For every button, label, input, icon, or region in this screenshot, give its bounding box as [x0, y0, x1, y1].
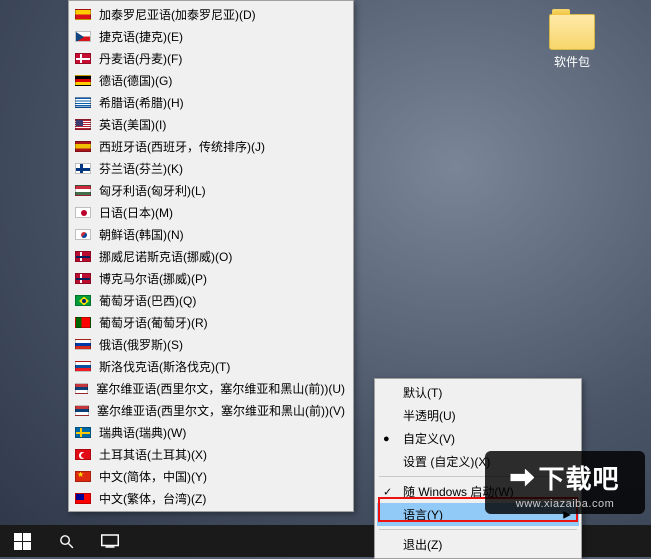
language-menu-item[interactable]: 中文(简体，中国)(Y): [71, 465, 351, 487]
flag-icon: [75, 317, 91, 328]
language-label: 德语(德国)(G): [99, 72, 172, 89]
task-view-icon: [101, 534, 119, 548]
language-menu-item[interactable]: 葡萄牙语(巴西)(Q): [71, 289, 351, 311]
language-menu-item[interactable]: 塞尔维亚语(西里尔文，塞尔维亚和黑山(前))(V): [71, 399, 351, 421]
language-label: 塞尔维亚语(西里尔文，塞尔维亚和黑山(前))(U): [96, 380, 345, 397]
language-menu-item[interactable]: 匈牙利语(匈牙利)(L): [71, 179, 351, 201]
language-menu-item[interactable]: 瑞典语(瑞典)(W): [71, 421, 351, 443]
language-label: 俄语(俄罗斯)(S): [99, 336, 183, 353]
desktop-icon-label: 软件包: [541, 53, 603, 70]
flag-icon: [75, 119, 91, 130]
language-menu-item[interactable]: 俄语(俄罗斯)(S): [71, 333, 351, 355]
language-label: 英语(美国)(I): [99, 116, 166, 133]
flag-icon: [75, 53, 91, 64]
flag-icon: [75, 427, 91, 438]
language-label: 葡萄牙语(葡萄牙)(R): [99, 314, 208, 331]
flag-icon: [75, 471, 91, 482]
language-label: 捷克语(捷克)(E): [99, 28, 183, 45]
flag-icon: [75, 383, 88, 394]
language-menu-item[interactable]: 挪威尼诺斯克语(挪威)(O): [71, 245, 351, 267]
folder-icon: [549, 14, 595, 50]
language-label: 西班牙语(西班牙，传统排序)(J): [99, 138, 265, 155]
search-icon: [58, 533, 75, 550]
menu-item-language[interactable]: 语言(Y) ▶: [377, 503, 579, 526]
flag-icon: [75, 31, 91, 42]
language-menu-item[interactable]: 塞尔维亚语(西里尔文，塞尔维亚和黑山(前))(U): [71, 377, 351, 399]
menu-item-custom[interactable]: ● 自定义(V): [377, 427, 579, 450]
language-label: 瑞典语(瑞典)(W): [99, 424, 186, 441]
flag-icon: [75, 207, 91, 218]
language-menu-item[interactable]: 德语(德国)(G): [71, 69, 351, 91]
flag-icon: [75, 141, 91, 152]
flag-icon: [75, 9, 91, 20]
menu-label: 随 Windows 启动(W): [403, 483, 514, 500]
flag-icon: [75, 339, 91, 350]
menu-item-settings[interactable]: 设置 (自定义)(X): [377, 450, 579, 473]
language-menu-item[interactable]: 土耳其语(土耳其)(X): [71, 443, 351, 465]
language-label: 葡萄牙语(巴西)(Q): [99, 292, 196, 309]
language-menu-item[interactable]: 朝鲜语(韩国)(N): [71, 223, 351, 245]
language-menu-item[interactable]: 中文(繁体，台湾)(Z): [71, 487, 351, 509]
language-menu-item[interactable]: 斯洛伐克语(斯洛伐克)(T): [71, 355, 351, 377]
language-submenu: 加泰罗尼亚语(加泰罗尼亚)(D) 捷克语(捷克)(E) 丹麦语(丹麦)(F) 德语(德…: [68, 0, 354, 512]
language-menu-item[interactable]: 加泰罗尼亚语(加泰罗尼亚)(D): [71, 3, 351, 25]
menu-item-exit[interactable]: 退出(Z): [377, 533, 579, 556]
radio-selected-icon: ●: [383, 433, 390, 445]
menu-item-default[interactable]: 默认(T): [377, 381, 579, 404]
language-label: 匈牙利语(匈牙利)(L): [99, 182, 206, 199]
flag-icon: [75, 185, 91, 196]
language-menu-item[interactable]: 希腊语(希腊)(H): [71, 91, 351, 113]
language-label: 斯洛伐克语(斯洛伐克)(T): [99, 358, 230, 375]
language-label: 加泰罗尼亚语(加泰罗尼亚)(D): [99, 6, 256, 23]
menu-label: 自定义(V): [403, 430, 455, 447]
language-menu-item[interactable]: 英语(美国)(I): [71, 113, 351, 135]
menu-separator: [379, 476, 577, 477]
desktop-folder-shortcut[interactable]: 软件包: [541, 14, 603, 70]
language-label: 中文(繁体，台湾)(Z): [99, 490, 206, 507]
language-label: 博克马尔语(挪威)(P): [99, 270, 207, 287]
flag-icon: [75, 163, 91, 174]
menu-label: 设置 (自定义)(X): [403, 453, 490, 470]
language-label: 土耳其语(土耳其)(X): [99, 446, 207, 463]
language-label: 挪威尼诺斯克语(挪威)(O): [99, 248, 232, 265]
language-menu-item[interactable]: 捷克语(捷克)(E): [71, 25, 351, 47]
flag-icon: [75, 493, 91, 504]
language-label: 日语(日本)(M): [99, 204, 173, 221]
menu-label: 半透明(U): [403, 407, 456, 424]
language-menu-item[interactable]: 葡萄牙语(葡萄牙)(R): [71, 311, 351, 333]
language-label: 朝鲜语(韩国)(N): [99, 226, 184, 243]
language-menu-item[interactable]: 芬兰语(芬兰)(K): [71, 157, 351, 179]
flag-icon: [75, 229, 91, 240]
menu-item-translucent[interactable]: 半透明(U): [377, 404, 579, 427]
submenu-arrow-icon: ▶: [563, 509, 571, 520]
language-label: 芬兰语(芬兰)(K): [99, 160, 183, 177]
flag-icon: [75, 405, 89, 416]
flag-icon: [75, 75, 91, 86]
menu-separator: [379, 529, 577, 530]
flag-icon: [75, 251, 91, 262]
search-button[interactable]: [44, 525, 88, 557]
windows-logo-icon: [14, 533, 31, 550]
task-view-button[interactable]: [88, 525, 132, 557]
language-menu-item[interactable]: 日语(日本)(M): [71, 201, 351, 223]
flag-icon: [75, 273, 91, 284]
tray-context-menu: 默认(T) 半透明(U) ● 自定义(V) 设置 (自定义)(X) ✓ 随 Wi…: [374, 378, 582, 559]
menu-label: 退出(Z): [403, 536, 442, 553]
language-label: 塞尔维亚语(西里尔文，塞尔维亚和黑山(前))(V): [97, 402, 345, 419]
language-label: 中文(简体，中国)(Y): [99, 468, 207, 485]
language-menu-item[interactable]: 丹麦语(丹麦)(F): [71, 47, 351, 69]
menu-label: 语言(Y): [403, 506, 443, 523]
flag-icon: [75, 97, 91, 108]
flag-icon: [75, 295, 91, 306]
language-menu-item[interactable]: 西班牙语(西班牙，传统排序)(J): [71, 135, 351, 157]
menu-label: 默认(T): [403, 384, 442, 401]
language-label: 丹麦语(丹麦)(F): [99, 50, 182, 67]
flag-icon: [75, 361, 91, 372]
flag-icon: [75, 449, 91, 460]
language-label: 希腊语(希腊)(H): [99, 94, 184, 111]
language-menu-item[interactable]: 博克马尔语(挪威)(P): [71, 267, 351, 289]
menu-item-startup[interactable]: ✓ 随 Windows 启动(W): [377, 480, 579, 503]
start-button[interactable]: [0, 525, 44, 557]
check-icon: ✓: [383, 485, 392, 498]
